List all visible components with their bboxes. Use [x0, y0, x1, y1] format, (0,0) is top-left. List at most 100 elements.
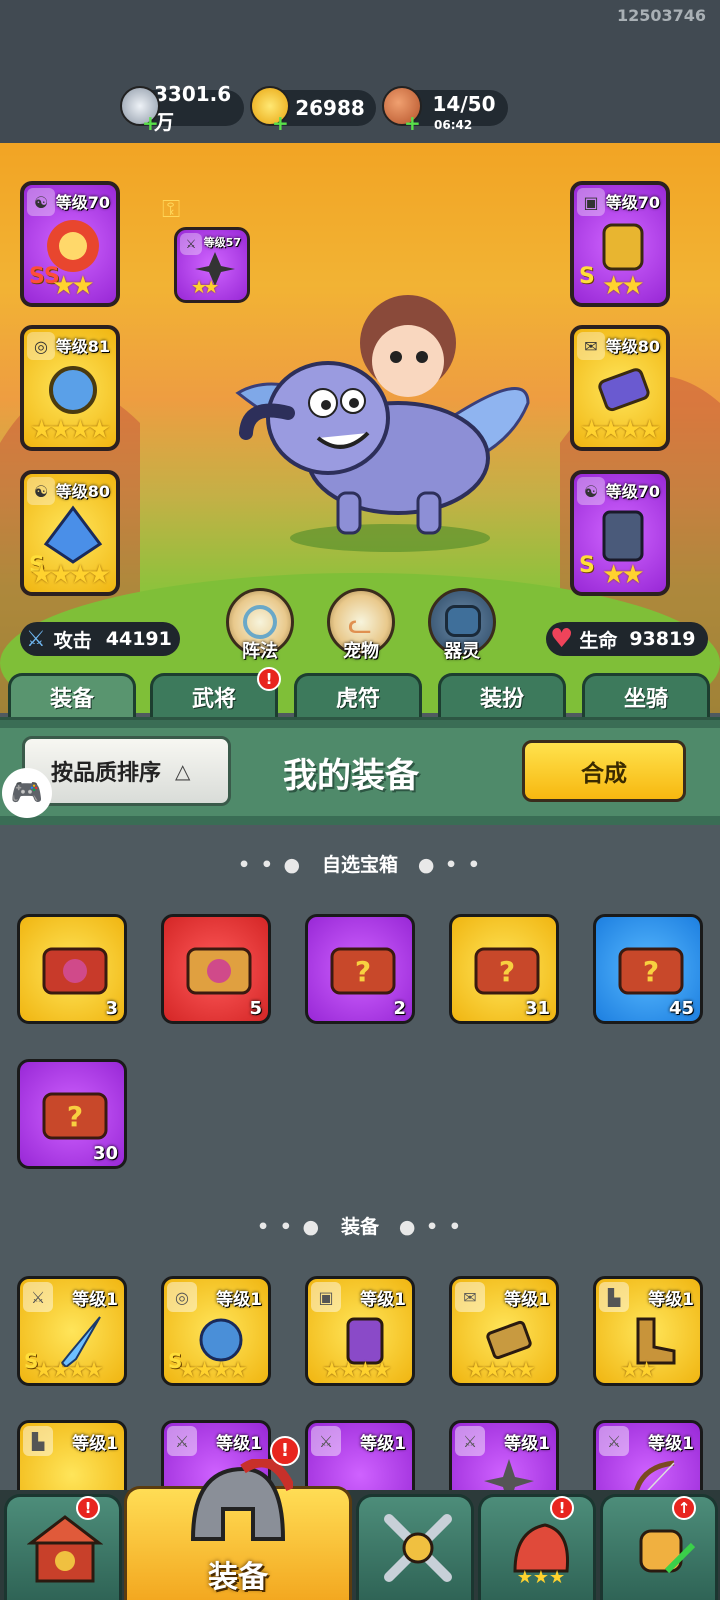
mystery-chest-icon: ? — [42, 1092, 108, 1140]
yin-yang-icon: ☯ — [27, 477, 55, 505]
formation-icon — [243, 605, 277, 639]
grade-badge: S — [579, 553, 595, 578]
equip-section-title: 装备 — [340, 1216, 379, 1238]
sword-icon: ⚔ — [311, 1426, 341, 1456]
item-count: 5 — [249, 998, 262, 1019]
spirit-button[interactable]: 器灵 — [428, 588, 496, 662]
heart-icon: ♥ — [550, 624, 574, 654]
nav-heroes-button[interactable]: ★★★ — [478, 1494, 596, 1600]
slot-level: 等级70 — [605, 482, 660, 501]
chest-item[interactable]: ? 31 — [449, 914, 559, 1024]
alert-badge: ! — [270, 1436, 300, 1466]
token-icon — [598, 368, 650, 412]
add-stamina-icon[interactable]: + — [404, 113, 421, 133]
star-rating: ★★ — [191, 277, 219, 298]
svg-text:?: ? — [499, 955, 515, 988]
hero-slot-left-1[interactable]: ☯ 等级70 SS ★★ — [20, 181, 120, 307]
star-rating: ★★★★ — [322, 1358, 392, 1383]
crystal-helmet-icon — [43, 505, 103, 564]
fist-upgrade-icon — [639, 1529, 696, 1574]
chest-item[interactable]: ? 2 — [305, 914, 415, 1024]
svg-text:★★★: ★★★ — [517, 1567, 565, 1585]
top-bar: 12503746 + 3301.6万 + 26988 + 14/50 06:42 — [0, 0, 720, 143]
item-count: 30 — [92, 1143, 118, 1164]
sword-icon: ⚔ — [26, 626, 46, 652]
armor-icon: ▣ — [311, 1282, 341, 1312]
alert-badge: ! — [76, 1496, 100, 1520]
svg-text:?: ? — [355, 955, 371, 988]
chest-item[interactable]: ? 45 — [593, 914, 703, 1024]
formation-button[interactable]: 阵法 — [226, 588, 294, 662]
yin-yang-icon: ☯ — [27, 188, 55, 216]
item-level: 等级1 — [648, 1434, 694, 1454]
item-level: 等级1 — [216, 1434, 262, 1454]
tab-equipment[interactable]: 装备 — [8, 673, 136, 717]
boot-icon: ▙ — [599, 1282, 629, 1312]
chest-section-header: • • ● 自选宝箱 ● • • — [238, 854, 482, 876]
gold-resource[interactable]: + 26988 — [250, 86, 376, 133]
alert-badge: ! — [550, 1496, 574, 1520]
add-gold-icon[interactable]: + — [272, 113, 289, 133]
slot-level: 等级80 — [55, 482, 110, 501]
pet-label: 宠物 — [343, 641, 379, 662]
item-count: 45 — [668, 998, 694, 1019]
item-count: 3 — [105, 998, 118, 1019]
boot-icon: ▙ — [23, 1426, 53, 1456]
equipment-item[interactable]: ▣ 等级1 ★★★★ — [305, 1276, 415, 1386]
hp-value: 93819 — [629, 628, 696, 650]
sword-icon: ⚔ — [167, 1426, 197, 1456]
slot-level: 等级81 — [55, 337, 110, 356]
equipment-item[interactable]: ✉ 等级1 ★★★★ — [449, 1276, 559, 1386]
star-rating: ★★ — [602, 560, 645, 590]
hero-slot-right-3[interactable]: ☯ 等级70 S ★★ — [570, 470, 670, 596]
hp-stat: ♥ 生命 93819 — [546, 622, 708, 656]
equipment-item[interactable]: ⚔ 等级1 S ★★★★ — [17, 1276, 127, 1386]
scroll-icon: ✉ — [455, 1282, 485, 1312]
weapon-slot-small[interactable]: ⚔ 等级57 ★★ — [174, 227, 250, 303]
hp-label: 生命 — [579, 629, 618, 652]
nav-battle-button[interactable] — [356, 1494, 474, 1600]
nav-upgrade-button[interactable] — [600, 1494, 718, 1600]
star-rating: ★★ — [620, 1358, 656, 1383]
nav-city-button[interactable] — [4, 1494, 122, 1600]
sort-by-quality-button[interactable]: 按品质排序 △ — [22, 736, 231, 806]
equipment-item[interactable]: ◎ 等级1 S ★★★★ — [161, 1276, 271, 1386]
slot-level: 等级57 — [203, 236, 241, 249]
player-id: 12503746 — [616, 6, 706, 25]
synthesize-button[interactable]: 合成 — [522, 740, 686, 802]
mount-character[interactable] — [228, 283, 538, 543]
golden-armor-icon — [602, 223, 644, 271]
silver-resource[interactable]: + 3301.6万 — [120, 82, 244, 134]
chest-item[interactable]: 3 — [17, 914, 127, 1024]
attack-value: 44191 — [105, 628, 172, 650]
tab-mount[interactable]: 坐骑 — [582, 673, 710, 717]
attack-stat: ⚔ 攻击 44191 — [20, 622, 180, 656]
tab-costume[interactable]: 装扮 — [438, 673, 566, 717]
item-count: 31 — [524, 998, 550, 1019]
hero-slot-left-3[interactable]: ☯ 等级80 S ★★★★ — [20, 470, 120, 596]
tab-tiger-tally[interactable]: 虎符 — [294, 673, 422, 717]
mystery-chest-icon: ? — [330, 947, 396, 995]
equipment-item[interactable]: ▙ 等级1 ★★ — [593, 1276, 703, 1386]
grade-badge: S — [579, 264, 595, 289]
chest-item[interactable]: ? 30 — [17, 1059, 127, 1169]
sword-icon: ⚔ — [455, 1426, 485, 1456]
hero-slot-right-2[interactable]: ✉ 等级80 ★★★★ — [570, 325, 670, 451]
chest-item[interactable]: 5 — [161, 914, 271, 1024]
hero-slot-left-2[interactable]: ◎ 等级81 ★★★★ — [20, 325, 120, 451]
star-rating: ★★★★ — [466, 1358, 536, 1383]
add-silver-icon[interactable]: + — [142, 113, 159, 133]
item-level: 等级1 — [504, 1290, 550, 1310]
equip-section-header: • • ● 装备 ● • • — [257, 1216, 463, 1238]
spirit-label: 器灵 — [444, 641, 480, 662]
rooster-helmet-icon: ★★★ — [513, 1523, 570, 1585]
silver-amount: 3301.6万 — [154, 81, 232, 134]
stamina-resource[interactable]: + 14/50 06:42 — [382, 86, 508, 133]
item-level: 等级1 — [72, 1290, 118, 1310]
stamina-timer: 06:42 — [434, 118, 473, 132]
gamepad-icon[interactable]: 🎮 — [2, 768, 52, 818]
nav-equipment-button[interactable]: 装备 — [124, 1459, 352, 1600]
pet-button[interactable]: ᓚ 宠物 — [327, 588, 395, 662]
scroll-icon: ✉ — [577, 332, 605, 360]
hero-slot-right-1[interactable]: ▣ 等级70 S ★★ — [570, 181, 670, 307]
